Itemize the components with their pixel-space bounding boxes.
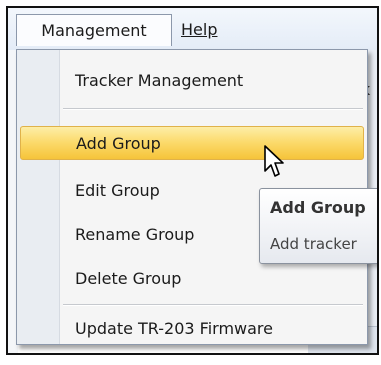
tooltip-title: Add Group bbox=[270, 198, 366, 217]
menu-help[interactable]: Help bbox=[173, 14, 233, 46]
menu-separator bbox=[63, 108, 363, 110]
menu-management[interactable]: Management bbox=[16, 14, 172, 46]
mouse-cursor-icon bbox=[264, 145, 284, 177]
menu-help-label: Help bbox=[181, 20, 218, 39]
menu-bar: Management Help bbox=[8, 8, 377, 51]
menu-icon-gutter bbox=[17, 50, 60, 344]
menu-separator bbox=[63, 304, 363, 306]
menu-item-add-group[interactable]: Add Group bbox=[20, 126, 364, 160]
menu-item-tracker-management[interactable]: Tracker Management bbox=[63, 64, 363, 98]
app-window: Management Help k Tracker Management Add… bbox=[6, 6, 379, 355]
menu-item-delete-group[interactable]: Delete Group bbox=[63, 262, 363, 296]
tooltip: Add Group Add tracker bbox=[259, 188, 377, 264]
menu-item-update-firmware[interactable]: Update TR-203 Firmware bbox=[63, 312, 363, 346]
tooltip-description: Add tracker bbox=[270, 235, 357, 253]
